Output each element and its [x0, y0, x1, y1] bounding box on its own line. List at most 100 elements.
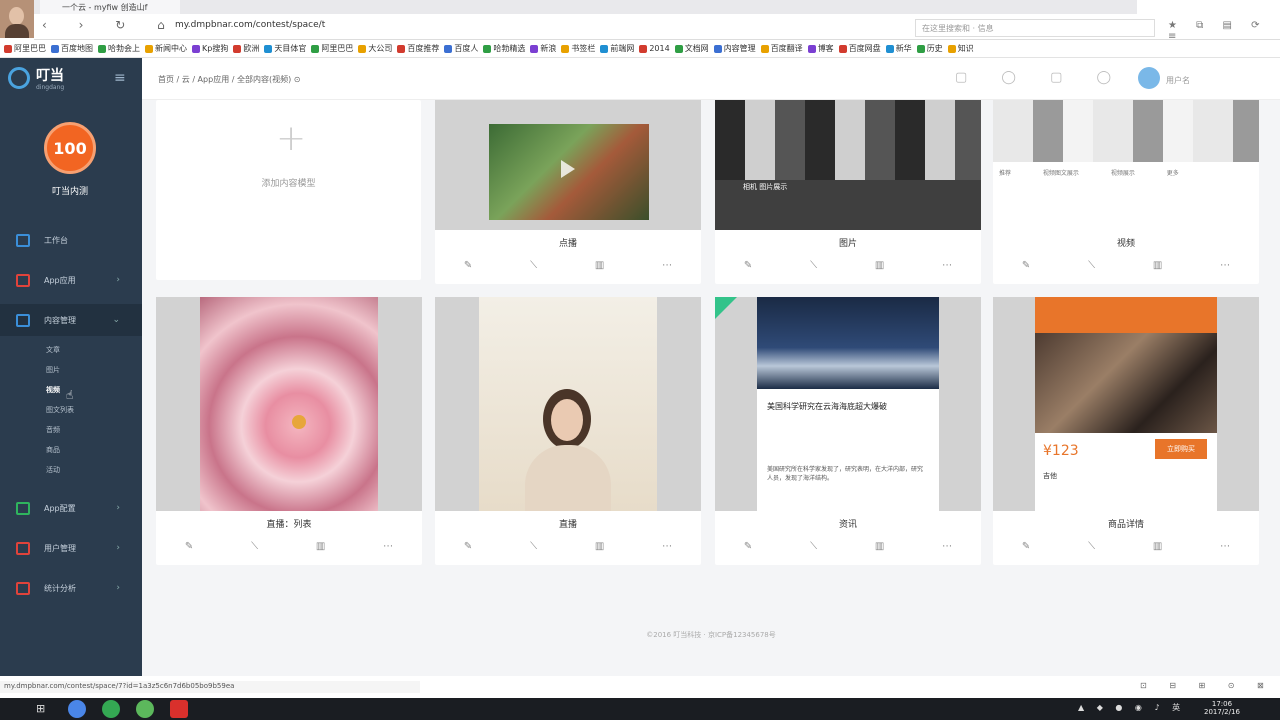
link-icon[interactable]: ⟍ — [1088, 541, 1095, 552]
bookmark-item[interactable]: 历史 — [916, 42, 943, 55]
content-card[interactable]: 相机 图片展示 图片 ✎ ⟍ ▥ ⋯ — [715, 100, 981, 284]
chrome-taskbar-icon[interactable] — [68, 700, 86, 718]
edit-icon[interactable]: ✎ — [744, 260, 752, 271]
edit-icon[interactable]: ✎ — [464, 541, 472, 552]
submenu-item[interactable]: 视频 — [46, 385, 60, 395]
bookmark-item[interactable]: 大公司 — [358, 42, 392, 55]
content-card[interactable]: 点播 ✎ ⟍ ▥ ⋯ — [435, 100, 701, 284]
bookmark-item[interactable]: 阿里巴巴 — [311, 42, 353, 55]
delete-icon[interactable]: ▥ — [1153, 260, 1162, 271]
card-thumbnail[interactable]: 全新¥123立即购买吉他 — [993, 297, 1259, 511]
card-thumbnail[interactable]: 相机 图片展示 — [715, 100, 981, 230]
breadcrumb[interactable]: 首页 / 云 / App应用 / 全部内容(视频) ⊙ — [158, 74, 300, 85]
bookmark-item[interactable]: 新闻中心 — [145, 42, 187, 55]
submenu-item[interactable]: 图片 — [46, 365, 60, 375]
sidebar-item-2[interactable]: 内容管理 ⌄ — [0, 304, 142, 336]
delete-icon[interactable]: ▥ — [316, 541, 325, 552]
sidebar-item-0[interactable]: 工作台 — [0, 224, 142, 256]
content-card[interactable]: 推荐 视频图文展示 视频展示 更多 视频 ✎ ⟍ ▥ ⋯ — [993, 100, 1259, 284]
delete-icon[interactable]: ▥ — [1153, 541, 1162, 552]
more-icon[interactable]: ⋯ — [662, 541, 672, 552]
bookmark-item[interactable]: 知识 — [947, 42, 974, 55]
bookmark-item[interactable]: 哈勃会上 — [98, 42, 140, 55]
nav-buttons[interactable]: ‹ › ↻ ⌂ — [42, 18, 179, 32]
content-card[interactable]: 全新¥123立即购买吉他商品详情✎⟍▥⋯ — [993, 297, 1259, 565]
bookmark-item[interactable]: 文档网 — [674, 42, 709, 55]
card-thumbnail[interactable] — [435, 297, 701, 511]
link-icon[interactable]: ⟍ — [530, 541, 537, 552]
delete-icon[interactable]: ▥ — [595, 260, 604, 271]
header-user-name[interactable]: 用户名 — [1166, 75, 1190, 86]
url-field[interactable]: my.dmpbnar.com/contest/space/t — [175, 20, 825, 36]
bookmark-item[interactable]: 欧洲 — [233, 42, 259, 55]
submenu-item[interactable]: 商品 — [46, 445, 60, 455]
submenu-item[interactable]: 图文列表 — [46, 405, 74, 415]
edit-icon[interactable]: ✎ — [1022, 260, 1030, 271]
sidebar-item-5[interactable]: 统计分析 › — [0, 572, 142, 604]
bookmark-item[interactable]: 百度地图 — [51, 42, 93, 55]
bookmark-item[interactable]: 前端网 — [600, 42, 634, 55]
bookmark-item[interactable]: 百度人 — [444, 42, 478, 55]
edit-icon[interactable]: ✎ — [185, 541, 193, 552]
delete-icon[interactable]: ▥ — [595, 541, 604, 552]
bookmark-item[interactable]: 百度网盘 — [838, 42, 881, 55]
more-icon[interactable]: ⋯ — [662, 260, 672, 271]
content-card[interactable]: 美国科学研究在云海海底超大爆破 美国研究所在科学家发现了，研究表明，在大洋内部，研… — [715, 297, 981, 565]
edit-icon[interactable]: ✎ — [464, 260, 472, 271]
content-card[interactable]: 直播：列表 ✎ ⟍ ▥ ⋯ — [156, 297, 422, 565]
link-icon[interactable]: ⟍ — [810, 260, 817, 271]
link-icon[interactable]: ⟍ — [1088, 260, 1095, 271]
submenu-item[interactable]: 文章 — [46, 345, 60, 355]
user-avatar-badge[interactable]: 100 — [44, 122, 96, 174]
bookmark-item[interactable]: 2014 — [639, 42, 670, 55]
browser-search-input[interactable]: 在这里搜索和 · 信息 — [915, 19, 1155, 37]
plus-icon[interactable]: + — [276, 118, 306, 159]
edit-icon[interactable]: ✎ — [1022, 541, 1030, 552]
submenu-item[interactable]: 活动 — [46, 465, 60, 475]
bookmark-item[interactable]: 新浪 — [530, 42, 556, 55]
red-app-taskbar-icon[interactable] — [170, 700, 188, 718]
more-icon[interactable]: ⋯ — [1220, 541, 1230, 552]
bookmark-item[interactable]: 哈勃精选 — [483, 42, 525, 55]
system-tray[interactable]: ▲ ◆ ● ◉ ♪ 英 — [1078, 702, 1185, 713]
start-icon[interactable]: ⊞ — [36, 702, 45, 715]
sidebar-item-3[interactable]: App配置 › — [0, 492, 142, 524]
card-thumbnail[interactable] — [156, 297, 422, 511]
submenu-item[interactable]: 音频 — [46, 425, 60, 435]
sidebar-item-4[interactable]: 用户管理 › — [0, 532, 142, 564]
bookmark-item[interactable]: 天目体官 — [264, 42, 306, 55]
menu-toggle-icon[interactable]: ≡ — [114, 70, 126, 86]
link-icon[interactable]: ⟍ — [251, 541, 258, 552]
buy-button[interactable]: 立即购买 — [1155, 439, 1207, 459]
app-logo[interactable]: 叮当 dingdang — [8, 64, 118, 92]
edit-icon[interactable]: ✎ — [744, 541, 752, 552]
more-icon[interactable]: ⋯ — [942, 260, 952, 271]
card-thumbnail[interactable]: 美国科学研究在云海海底超大爆破 美国研究所在科学家发现了，研究表明，在大洋内部，研… — [715, 297, 981, 511]
link-icon[interactable]: ⟍ — [530, 260, 537, 271]
bookmark-item[interactable]: 书签栏 — [561, 42, 595, 55]
card-thumbnail[interactable]: 推荐 视频图文展示 视频展示 更多 — [993, 100, 1259, 230]
bookmark-item[interactable]: Kp搜狗 — [192, 42, 228, 55]
more-icon[interactable]: ⋯ — [1220, 260, 1230, 271]
app-taskbar-icon[interactable] — [102, 700, 120, 718]
bookmark-item[interactable]: 阿里巴巴 — [4, 42, 46, 55]
bookmark-item[interactable]: 新华 — [885, 42, 912, 55]
wechat-taskbar-icon[interactable] — [136, 700, 154, 718]
delete-icon[interactable]: ▥ — [875, 541, 884, 552]
bookmark-item[interactable]: 内容管理 — [713, 42, 756, 55]
bookmark-item[interactable]: 博客 — [807, 42, 834, 55]
header-avatar[interactable] — [1138, 67, 1160, 89]
link-icon[interactable]: ⟍ — [810, 541, 817, 552]
browser-tab[interactable]: 一个云 - myfiw 创造山f — [40, 0, 180, 14]
profile-avatar[interactable] — [0, 0, 34, 38]
window-controls[interactable] — [1137, 0, 1280, 14]
sidebar-item-1[interactable]: App应用 › — [0, 264, 142, 296]
more-icon[interactable]: ⋯ — [942, 541, 952, 552]
delete-icon[interactable]: ▥ — [875, 260, 884, 271]
bookmark-item[interactable]: 百度翻译 — [760, 42, 803, 55]
bookmark-item[interactable]: 百度推荐 — [397, 42, 439, 55]
more-icon[interactable]: ⋯ — [383, 541, 393, 552]
content-card[interactable]: 直播 ✎ ⟍ ▥ ⋯ — [435, 297, 701, 565]
card-thumbnail[interactable] — [435, 100, 701, 230]
toolbar-icons[interactable]: ★ ⧉ ▤ ⟳ ≡ — [1168, 20, 1280, 42]
